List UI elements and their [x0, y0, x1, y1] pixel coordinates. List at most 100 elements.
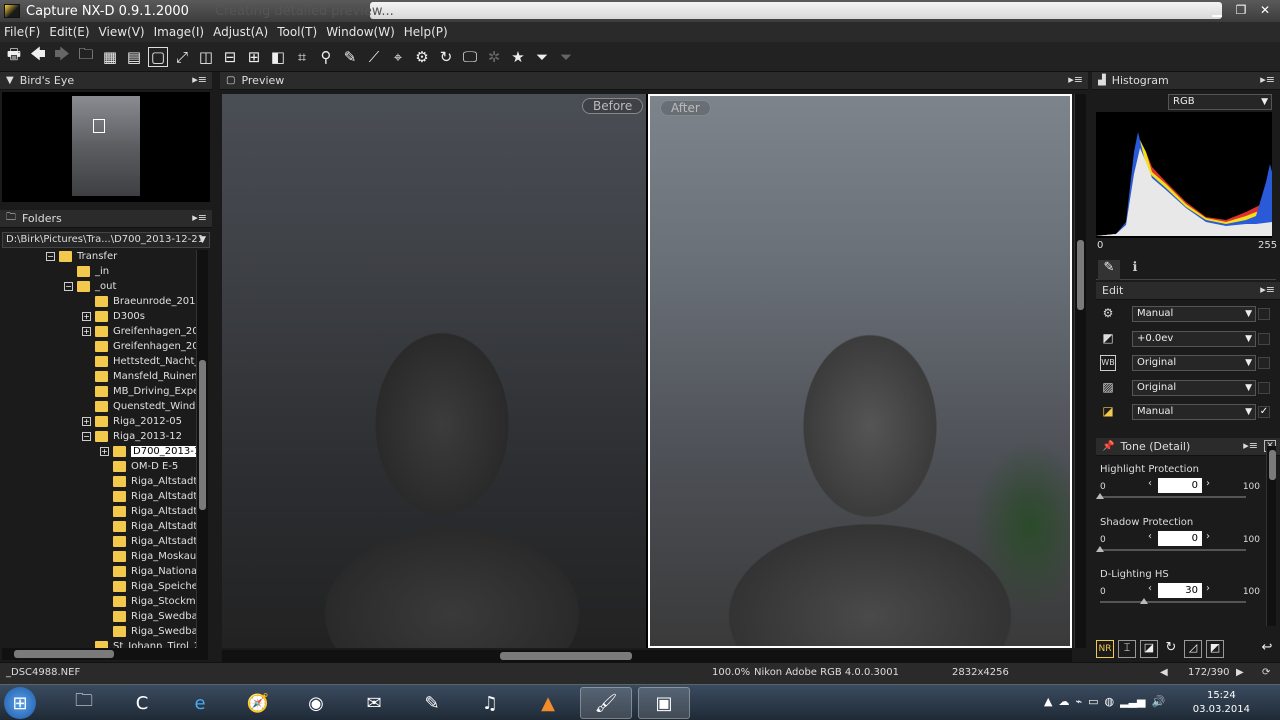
vlc-icon[interactable]: ▲	[528, 687, 568, 719]
menu-adjust[interactable]: Adjust(A)	[213, 25, 268, 39]
panel-menu-icon[interactable]: ▸≡	[1068, 73, 1083, 86]
edit-checkbox[interactable]	[1258, 357, 1270, 369]
folder-tree-node[interactable]: Braeunrode_2013	[82, 294, 196, 309]
expand-toggle-icon[interactable]: −	[46, 252, 55, 261]
birds-eye-viewport[interactable]	[93, 119, 105, 133]
menu-tool[interactable]: Tool(T)	[277, 25, 317, 39]
previous-image-icon[interactable]: ◀	[1160, 667, 1168, 678]
back-arrow-icon[interactable]: 🡄	[28, 45, 48, 67]
crop-tool-icon[interactable]: ⌖	[388, 47, 408, 67]
panel-menu-icon[interactable]: ▸≡	[1243, 439, 1258, 452]
right-panel-scrollbar[interactable]	[1266, 446, 1276, 626]
expand-toggle-icon[interactable]: +	[82, 312, 91, 321]
before-after-icon[interactable]: ◧	[268, 47, 288, 67]
compare-split-icon[interactable]: ⊟	[220, 47, 240, 67]
filter-clear-icon[interactable]: ⏷	[556, 47, 576, 67]
edit-select[interactable]: Original ▼	[1132, 379, 1256, 396]
star-icon[interactable]: ★	[508, 47, 528, 67]
minimize-button[interactable]: ▁	[1206, 2, 1228, 18]
folder-tree-node[interactable]: Greifenhagen_201	[82, 339, 196, 354]
preview-hscrollbar[interactable]	[222, 650, 1072, 662]
rotate-icon[interactable]: ↻	[436, 47, 456, 67]
forward-arrow-icon[interactable]: 🡆	[52, 45, 72, 67]
edit-checkbox[interactable]	[1258, 381, 1270, 394]
menu-window[interactable]: Window(W)	[326, 25, 395, 39]
folder-path-select[interactable]: D:\Birk\Pictures\Tra...\D700_2013-12-21 …	[2, 232, 210, 248]
folder-tree-node[interactable]: St_Johann_Tirol_2	[82, 639, 196, 648]
paint-app-icon[interactable]: 🖌	[580, 687, 632, 719]
decrement-arrow-icon[interactable]: ‹	[1148, 583, 1152, 594]
decrement-arrow-icon[interactable]: ‹	[1148, 531, 1152, 542]
slider-handle[interactable]	[1096, 493, 1104, 499]
capture-nxd-task-icon[interactable]: ▣	[638, 687, 690, 719]
panel-menu-icon[interactable]: ▸≡	[1260, 283, 1275, 296]
tray-arrow-icon[interactable]: ▲	[1044, 695, 1052, 708]
edit-select[interactable]: Manual ▼	[1132, 404, 1256, 420]
scrollbar-thumb[interactable]	[1077, 240, 1084, 310]
folder-tree-node[interactable]: _in	[64, 264, 109, 279]
single-view-icon[interactable]: ▢	[148, 46, 168, 67]
slider-handle[interactable]	[1096, 545, 1104, 552]
explorer-icon[interactable]: 🗀	[64, 687, 104, 719]
increment-arrow-icon[interactable]: ›	[1206, 531, 1210, 542]
panel-collapse-icon[interactable]: ▼	[6, 75, 14, 86]
menu-help[interactable]: Help(P)	[404, 25, 448, 39]
folder-tree-node[interactable]: Riga_Moskaue	[100, 549, 196, 564]
taskbar-clock[interactable]: 15:24 03.03.2014	[1193, 689, 1250, 717]
preview-vscrollbar[interactable]	[1074, 94, 1086, 648]
increment-arrow-icon[interactable]: ›	[1206, 583, 1210, 594]
expand-toggle-icon[interactable]: +	[82, 417, 91, 426]
batch-icon[interactable]: ✲	[484, 47, 504, 67]
curve-icon[interactable]: ◪	[1140, 640, 1158, 658]
edit-checkbox[interactable]	[1258, 308, 1270, 320]
expand-toggle-icon[interactable]: −	[64, 282, 73, 291]
perspective-icon[interactable]: ◩	[1206, 640, 1224, 658]
slider-value-input[interactable]: 0	[1158, 478, 1202, 493]
edit-select[interactable]: Manual ▼	[1132, 306, 1256, 322]
folder-tree-node[interactable]: − _out	[64, 279, 116, 294]
edit-checkbox[interactable]	[1258, 332, 1270, 345]
next-image-icon[interactable]: ▶	[1236, 667, 1244, 678]
folder-tree-node[interactable]: Riga_Altstadt_	[100, 504, 196, 519]
expand-toggle-icon[interactable]: −	[82, 432, 91, 441]
folder-tree-node[interactable]: Riga_Altstadt_	[100, 489, 196, 504]
menu-view[interactable]: View(V)	[99, 25, 145, 39]
open-folder-icon[interactable]: 🗀	[76, 45, 96, 67]
thumbnail-grid-icon[interactable]: ▦	[100, 47, 120, 67]
preview-image-area[interactable]: Before After	[222, 94, 1072, 648]
slider-track[interactable]	[1100, 496, 1246, 498]
retouch-icon[interactable]: ⚙	[412, 47, 432, 67]
folder-tree-hscrollbar[interactable]	[2, 648, 208, 660]
edit-checkbox[interactable]: ✓	[1258, 406, 1270, 418]
folder-tree-node[interactable]: + Riga_2012-05	[82, 414, 182, 429]
tray-monitor-icon[interactable]: ▭	[1088, 695, 1098, 708]
filmstrip-icon[interactable]: ▤	[124, 47, 144, 67]
scrollbar-thumb[interactable]	[199, 360, 206, 510]
folder-tree-node[interactable]: Riga_Altstadt_	[100, 474, 196, 489]
before-image[interactable]: Before	[222, 94, 646, 648]
folder-tree-node[interactable]: Hettstedt_Nacht_2	[82, 354, 196, 369]
edit-select[interactable]: +0.0ev ▼	[1132, 330, 1256, 347]
edit-tab-icon[interactable]: ✎	[1098, 260, 1120, 280]
crop-icon[interactable]: ⌗	[292, 47, 312, 67]
slider-handle[interactable]	[1139, 598, 1148, 604]
compare-two-icon[interactable]: ◫	[196, 47, 216, 67]
tray-network-icon[interactable]: ▂▃▅	[1120, 695, 1145, 708]
increment-arrow-icon[interactable]: ›	[1206, 478, 1210, 489]
expand-toggle-icon[interactable]: +	[100, 447, 109, 456]
tray-volume-icon[interactable]: 🔊	[1152, 695, 1166, 708]
folder-tree-node[interactable]: + D300s	[82, 309, 145, 324]
safari-icon[interactable]: 🧭	[238, 687, 278, 719]
onenote-icon[interactable]: ✎	[412, 687, 452, 719]
folder-tree-node[interactable]: Riga_Swedba	[100, 609, 196, 624]
restore-button[interactable]: ❐	[1230, 2, 1252, 18]
internet-explorer-icon[interactable]: e	[180, 687, 220, 719]
slider-track[interactable]	[1100, 601, 1246, 603]
folder-tree-node[interactable]: MB_Driving_Exper	[82, 384, 196, 399]
undo-icon[interactable]: ↩	[1258, 640, 1276, 658]
scrollbar-thumb[interactable]	[500, 652, 632, 660]
mail-icon[interactable]: ✉	[354, 687, 394, 719]
menu-file[interactable]: File(F)	[4, 25, 40, 39]
slider-track[interactable]	[1100, 548, 1246, 551]
noise-reduction-icon[interactable]: NR	[1096, 640, 1114, 658]
